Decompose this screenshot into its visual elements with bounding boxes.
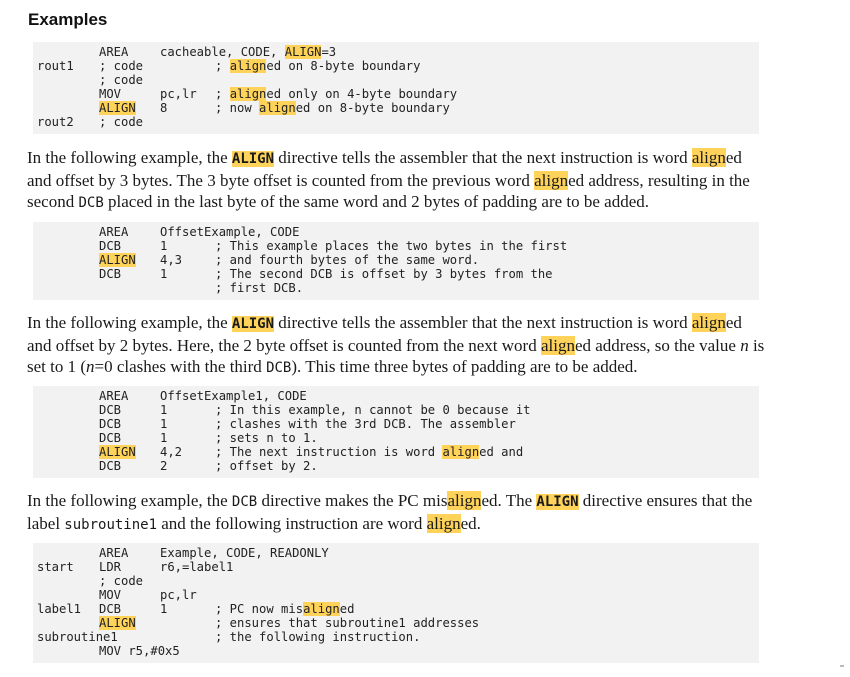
code-comment: ; now aligned on 8-byte boundary bbox=[215, 101, 450, 115]
code-args: r6,=label1 bbox=[160, 560, 234, 574]
code-args: 1 bbox=[160, 403, 168, 417]
code-comment: ; and fourth bytes of the same word. bbox=[215, 253, 480, 267]
code-op: ALIGN bbox=[99, 445, 136, 459]
code-comment: ; PC now misaligned bbox=[215, 602, 355, 616]
code-op: ; code bbox=[99, 115, 144, 129]
code-label: subroutine1 bbox=[37, 630, 118, 644]
code-label: label1 bbox=[37, 602, 82, 616]
code-op: AREA bbox=[99, 45, 129, 59]
code-op: AREA bbox=[99, 546, 129, 560]
code-block-4: AREA Example, CODE, READONLY start LDR r… bbox=[33, 543, 759, 663]
code-comment: ; aligned on 8-byte boundary bbox=[215, 59, 421, 73]
code-op: ALIGN bbox=[99, 616, 136, 630]
code-comment: ; the following instruction. bbox=[215, 630, 421, 644]
code-label: rout1 bbox=[37, 59, 74, 73]
code-comment: ; The second DCB is offset by 3 bytes fr… bbox=[215, 267, 553, 281]
code-op: AREA bbox=[99, 225, 129, 239]
code-block-1: AREA cacheable, CODE, ALIGN=3 rout1 ; co… bbox=[33, 42, 759, 134]
code-args: cacheable, CODE, ALIGN=3 bbox=[160, 45, 337, 59]
code-op: DCB bbox=[99, 602, 122, 616]
code-comment: ; aligned only on 4-byte boundary bbox=[215, 87, 458, 101]
code-op: DCB bbox=[99, 431, 122, 445]
code-op: MOV bbox=[99, 87, 122, 101]
code-args: Example, CODE, READONLY bbox=[160, 546, 329, 560]
code-label: rout2 bbox=[37, 115, 74, 129]
code-args: 4,2 bbox=[160, 445, 183, 459]
code-op: ; code bbox=[99, 73, 144, 87]
code-args: 1 bbox=[160, 267, 168, 281]
code-comment: ; clashes with the 3rd DCB. The assemble… bbox=[215, 417, 516, 431]
code-op: DCB bbox=[99, 239, 122, 253]
code-args: pc,lr bbox=[160, 87, 197, 101]
code-comment: ; ensures that subroutine1 addresses bbox=[215, 616, 480, 630]
code-op: MOV r5,#0x5 bbox=[99, 644, 180, 658]
code-block-3: AREA OffsetExample1, CODE DCB 1 ; In thi… bbox=[33, 386, 759, 478]
code-op: DCB bbox=[99, 417, 122, 431]
code-op: ALIGN bbox=[99, 253, 136, 267]
code-args: pc,lr bbox=[160, 588, 197, 602]
code-comment: ; In this example, n cannot be 0 because… bbox=[215, 403, 531, 417]
paragraph-1: In the following example, the ALIGN dire… bbox=[27, 148, 750, 211]
code-op: ; code bbox=[99, 59, 144, 73]
code-comment: ; The next instruction is word aligned a… bbox=[215, 445, 524, 459]
code-args: 1 bbox=[160, 239, 168, 253]
code-comment: ; This example places the two bytes in t… bbox=[215, 239, 568, 253]
code-comment: ; offset by 2. bbox=[215, 459, 318, 473]
section-heading: Examples bbox=[28, 10, 108, 29]
paragraph-3: In the following example, the DCB direct… bbox=[27, 491, 753, 533]
code-args: 4,3 bbox=[160, 253, 183, 267]
code-op: ; code bbox=[99, 574, 144, 588]
code-op: ALIGN bbox=[99, 101, 136, 115]
code-args: 1 bbox=[160, 431, 168, 445]
code-args: OffsetExample1, CODE bbox=[160, 389, 307, 403]
code-comment: ; first DCB. bbox=[215, 281, 304, 295]
scroll-marker bbox=[840, 665, 844, 667]
code-comment: ; sets n to 1. bbox=[215, 431, 318, 445]
code-op: MOV bbox=[99, 588, 122, 602]
code-args: 1 bbox=[160, 602, 168, 616]
code-op: DCB bbox=[99, 403, 122, 417]
code-args: 8 bbox=[160, 101, 168, 115]
code-args: 1 bbox=[160, 417, 168, 431]
code-op: DCB bbox=[99, 267, 122, 281]
code-args: OffsetExample, CODE bbox=[160, 225, 300, 239]
code-op: DCB bbox=[99, 459, 122, 473]
paragraph-2: In the following example, the ALIGN dire… bbox=[27, 313, 765, 376]
code-label: start bbox=[37, 560, 74, 574]
code-op: LDR bbox=[99, 560, 122, 574]
code-args: 2 bbox=[160, 459, 168, 473]
code-op: AREA bbox=[99, 389, 129, 403]
code-block-2: AREA OffsetExample, CODE DCB 1 ; This ex… bbox=[33, 222, 759, 300]
